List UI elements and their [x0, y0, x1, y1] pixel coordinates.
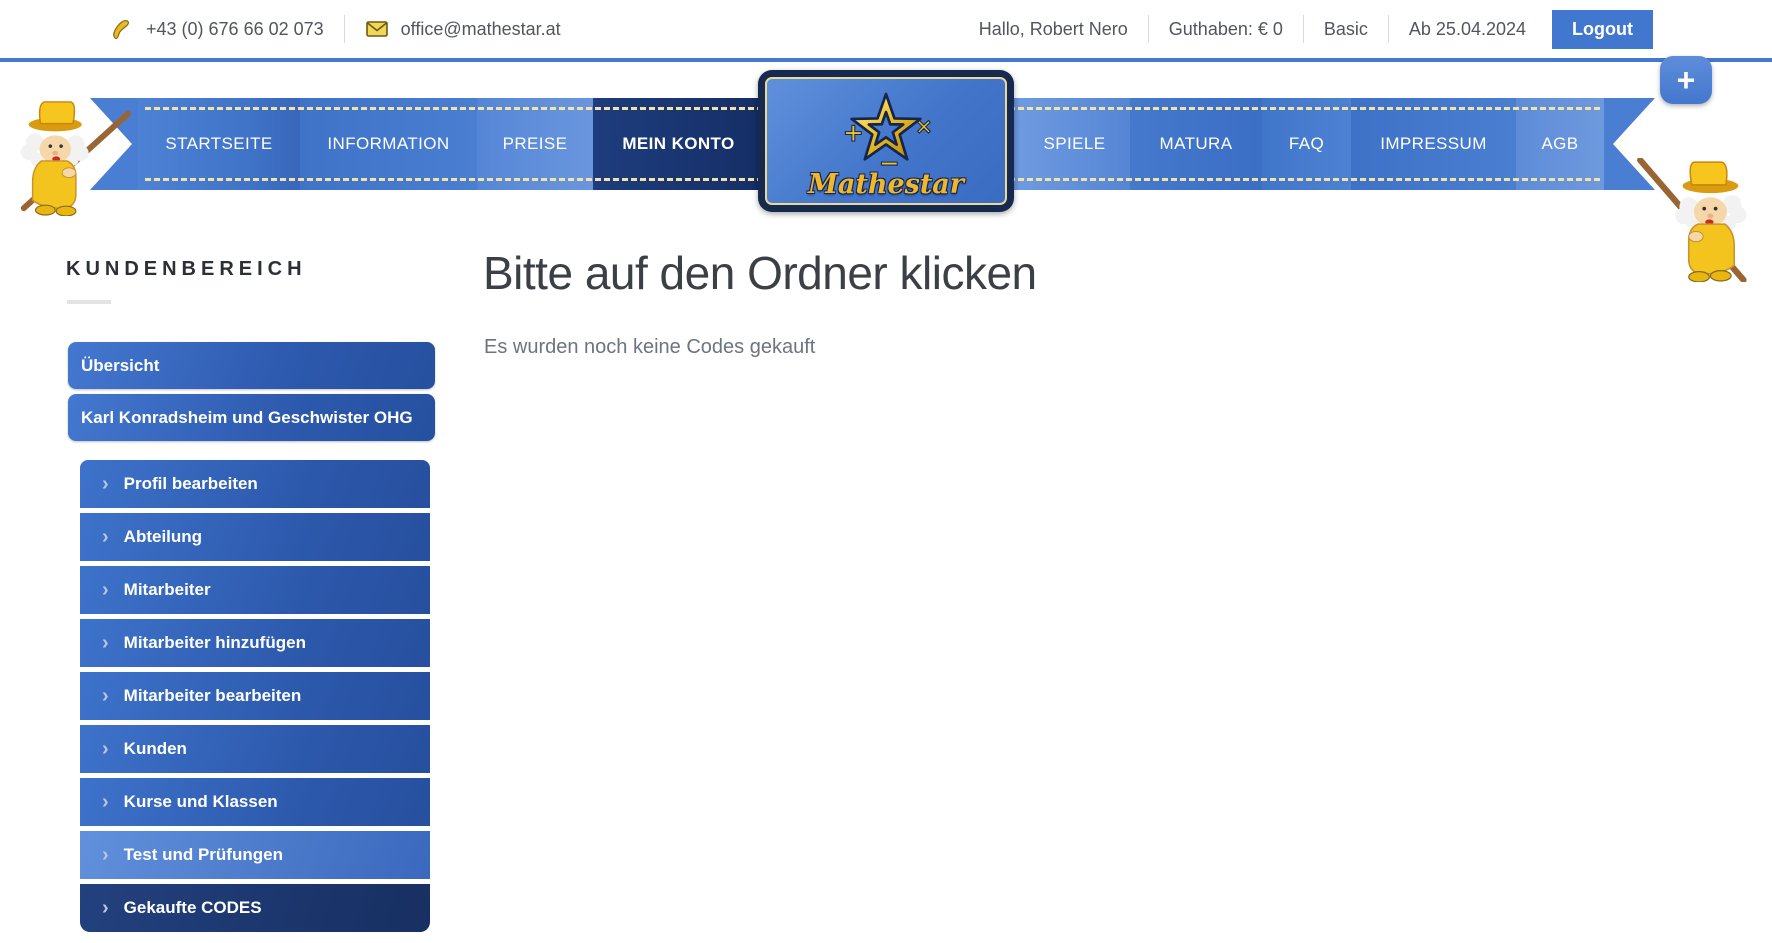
member-since-text: Ab 25.04.2024 — [1409, 19, 1526, 40]
sidebar-item-mitarbeiter-bearbeiten[interactable]: › Mitarbeiter bearbeiten — [80, 672, 430, 720]
sidebar-item-label: Mitarbeiter hinzufügen — [124, 633, 306, 653]
sidebar-item-profil-bearbeiten[interactable]: › Profil bearbeiten — [80, 460, 430, 508]
greeting-text: Hallo, Robert Nero — [979, 19, 1128, 40]
sidebar-item-kunden[interactable]: › Kunden — [80, 725, 430, 773]
balance-text: Guthaben: € 0 — [1169, 19, 1283, 40]
nav-item-faq[interactable]: FAQ — [1262, 98, 1351, 190]
chevron-right-icon: › — [102, 686, 109, 706]
mathestar-logo[interactable]: + × − Mathestar — [758, 70, 1014, 212]
chevron-right-icon: › — [102, 580, 109, 600]
sidebar-item-label: Kurse und Klassen — [124, 792, 278, 812]
chevron-right-icon: › — [102, 898, 109, 918]
sidebar-item-label: Mitarbeiter — [124, 580, 211, 600]
sidebar-item-label: Test und Prüfungen — [124, 845, 283, 865]
contact-group: +43 (0) 676 66 02 073 office@mathestar.a… — [110, 15, 561, 43]
sidebar-heading: KUNDENBEREICH — [66, 258, 307, 281]
chevron-right-icon: › — [102, 474, 109, 494]
divider — [344, 15, 345, 43]
plan-badge: Basic — [1324, 19, 1368, 40]
sidebar-item-abteilung[interactable]: › Abteilung — [80, 513, 430, 561]
empty-state-message: Es wurden noch keine Codes gekauft — [484, 336, 815, 359]
sidebar-item-mitarbeiter-hinzufuegen[interactable]: › Mitarbeiter hinzufügen — [80, 619, 430, 667]
page-title: Bitte auf den Ordner klicken — [483, 246, 1037, 300]
sidebar-button-company[interactable]: Karl Konradsheim und Geschwister OHG — [68, 394, 435, 441]
plus-symbol: + — [843, 117, 864, 146]
divider — [1303, 15, 1304, 43]
sidebar-heading-underline — [67, 300, 111, 304]
nav-item-agb[interactable]: AGB — [1516, 98, 1604, 190]
sidebar-item-label: Mitarbeiter bearbeiten — [124, 686, 302, 706]
divider — [1148, 15, 1149, 43]
account-group: Hallo, Robert Nero Guthaben: € 0 Basic A… — [979, 10, 1653, 49]
logo-wordmark: Mathestar — [808, 171, 964, 198]
email-address[interactable]: office@mathestar.at — [401, 19, 561, 40]
sidebar-button-uebersicht[interactable]: Übersicht — [68, 342, 435, 389]
phone-icon — [110, 17, 134, 41]
logout-button[interactable]: Logout — [1552, 10, 1653, 49]
chevron-right-icon: › — [102, 527, 109, 547]
chevron-right-icon: › — [102, 845, 109, 865]
sidebar-item-test-und-pruefungen[interactable]: › Test und Prüfungen — [80, 831, 430, 879]
add-button[interactable]: + — [1660, 56, 1712, 104]
sidebar-item-label: Profil bearbeiten — [124, 474, 258, 494]
divider — [1388, 15, 1389, 43]
nav-item-spiele[interactable]: SPIELE — [1019, 98, 1130, 190]
nav-item-matura[interactable]: MATURA — [1130, 98, 1262, 190]
sidebar-item-gekaufte-codes[interactable]: › Gekaufte CODES — [80, 884, 430, 932]
phone-number[interactable]: +43 (0) 676 66 02 073 — [146, 19, 324, 40]
logo-panel: + × − Mathestar — [765, 77, 1007, 205]
page: +43 (0) 676 66 02 073 office@mathestar.a… — [0, 0, 1772, 943]
times-symbol: × — [915, 114, 933, 139]
sidebar-item-mitarbeiter[interactable]: › Mitarbeiter — [80, 566, 430, 614]
professor-mascot-left — [2, 98, 134, 216]
chevron-right-icon: › — [102, 739, 109, 759]
nav-item-preise[interactable]: PREISE — [477, 98, 593, 190]
chevron-right-icon: › — [102, 792, 109, 812]
nav-item-information[interactable]: INFORMATION — [300, 98, 477, 190]
nav-item-startseite[interactable]: STARTSEITE — [138, 98, 300, 190]
topbar: +43 (0) 676 66 02 073 office@mathestar.a… — [0, 0, 1772, 62]
sidebar-item-label: Abteilung — [124, 527, 202, 547]
chevron-right-icon: › — [102, 633, 109, 653]
sidebar-item-kurse-und-klassen[interactable]: › Kurse und Klassen — [80, 778, 430, 826]
nav-item-impressum[interactable]: IMPRESSUM — [1351, 98, 1516, 190]
sidebar-item-label: Kunden — [124, 739, 187, 759]
professor-mascot-right — [1622, 158, 1772, 282]
star-icon: + × − — [811, 85, 961, 177]
mail-icon — [365, 17, 389, 41]
nav-item-mein-konto[interactable]: MEIN KONTO — [593, 98, 764, 190]
sidebar-item-label: Gekaufte CODES — [124, 898, 262, 918]
